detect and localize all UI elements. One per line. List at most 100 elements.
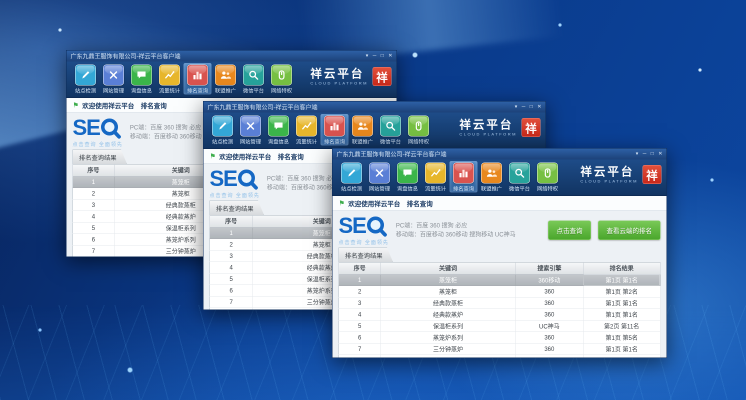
table-row[interactable]: 8 三分钟蒸笼炉 360 第1页 第2名 bbox=[339, 355, 661, 358]
table-row[interactable]: 2 蒸笼柜 360 第1页 第2名 bbox=[339, 286, 661, 298]
cell-keyword: 蒸笼炉系列 bbox=[381, 332, 516, 344]
table-row[interactable]: 4 经典款蒸炉 360 第1页 第1名 bbox=[339, 309, 661, 321]
section-title: 排名查询 bbox=[141, 100, 167, 110]
cell-index: 2 bbox=[73, 188, 114, 200]
brand-subtitle: CLOUD PLATFORM bbox=[580, 179, 638, 184]
cell-result: 第1页 第1名 bbox=[583, 297, 660, 309]
toolbar-item-site-manage[interactable]: 网站管理 bbox=[366, 161, 394, 193]
toolbar-item-traffic[interactable]: 流量统计 bbox=[156, 63, 184, 95]
seo-logo: SE 点击查询 全面领先 bbox=[339, 215, 389, 246]
toolbar-item-inquiry[interactable]: 询盘信息 bbox=[394, 161, 422, 193]
brand-name: 祥云平台 bbox=[580, 166, 638, 178]
maximize-icon[interactable]: □ bbox=[530, 105, 533, 110]
table-row[interactable]: 7 三分钟蒸炉 360 第1页 第1名 bbox=[339, 343, 661, 355]
maximize-icon[interactable]: □ bbox=[651, 152, 654, 157]
toolbar-item-inquiry[interactable]: 询盘信息 bbox=[128, 63, 156, 95]
inquiry-icon bbox=[131, 65, 152, 86]
main-toolbar: 站点检测 网站管理 询盘信息 流量统计 排名查询 联盟推广 bbox=[204, 113, 546, 150]
close-icon[interactable]: ✕ bbox=[537, 105, 541, 110]
cell-result: 第1页 第2名 bbox=[583, 286, 660, 298]
toolbar-item-wechat-platform[interactable]: 微信平台 bbox=[506, 161, 534, 193]
minimize-icon[interactable]: ─ bbox=[643, 152, 647, 157]
promotion-icon bbox=[215, 65, 236, 86]
desktop-background: { "background": { "top_color": "#08235a"… bbox=[0, 0, 746, 400]
seo-header-row: SE 点击查询 全面领先 PC端：百度 360 搜狗 必应 移动端：百度移动 3… bbox=[339, 215, 661, 246]
table-row[interactable]: 1 蒸笼柜 360移动 第1页 第1名 bbox=[339, 274, 661, 286]
toolbar-item-privilege[interactable]: 网络特权 bbox=[268, 63, 296, 95]
tab-ranking-results[interactable]: 排名查询结果 bbox=[73, 150, 128, 165]
toolbar-item-wechat-platform[interactable]: 微信平台 bbox=[240, 63, 268, 95]
toolbar-item-site-check[interactable]: 站点检测 bbox=[338, 161, 366, 193]
tab-ranking-results[interactable]: 排名查询结果 bbox=[339, 248, 394, 263]
seo-logo-text: SE bbox=[73, 117, 123, 141]
toolbar-item-ranking[interactable]: 排名查询 bbox=[321, 114, 349, 146]
toolbar-item-label: 询盘信息 bbox=[265, 138, 293, 146]
toolbar-item-promotion[interactable]: 联盟推广 bbox=[212, 63, 240, 95]
seo-letters: SE bbox=[210, 168, 237, 190]
toolbar-item-label: 联盟推广 bbox=[478, 185, 506, 193]
col-header-keyword: 关键词 bbox=[381, 262, 516, 274]
toolbar-item-site-manage[interactable]: 网站管理 bbox=[100, 63, 128, 95]
cell-engine: 360 bbox=[516, 332, 584, 344]
toolbar-item-traffic[interactable]: 流量统计 bbox=[293, 114, 321, 146]
toolbar-item-ranking[interactable]: 排名查询 bbox=[184, 63, 212, 95]
pc-engines: PC端：百度 360 搜狗 必应 bbox=[396, 221, 516, 230]
brand-text: 祥云平台 CLOUD PLATFORM bbox=[459, 119, 517, 137]
cell-keyword: 蒸笼柜 bbox=[381, 286, 516, 298]
toolbar-item-label: 网站管理 bbox=[237, 138, 265, 146]
window-titlebar[interactable]: 广东九鼎王服饰有限公司-祥云平台客户端 ▾ ─ □ ✕ bbox=[333, 149, 667, 160]
window-titlebar[interactable]: 广东九鼎王服饰有限公司-祥云平台客户端 ▾ ─ □ ✕ bbox=[204, 102, 546, 113]
toolbar-item-site-check[interactable]: 站点检测 bbox=[209, 114, 237, 146]
table-row[interactable]: 3 经典款蒸柜 360 第1页 第1名 bbox=[339, 297, 661, 309]
toolbar-item-site-check[interactable]: 站点检测 bbox=[72, 63, 100, 95]
minimize-icon[interactable]: ─ bbox=[522, 105, 526, 110]
minimize-icon[interactable]: ─ bbox=[373, 54, 377, 59]
toolbar-item-site-manage[interactable]: 网站管理 bbox=[237, 114, 265, 146]
cloud-rank-button[interactable]: 查看云端的排名 bbox=[598, 220, 661, 240]
skin-menu-icon[interactable]: ▾ bbox=[366, 54, 369, 59]
toolbar-item-privilege[interactable]: 网络特权 bbox=[405, 114, 433, 146]
brand-name: 祥云平台 bbox=[459, 119, 517, 131]
close-icon[interactable]: ✕ bbox=[388, 54, 392, 59]
flag-icon: ⚑ bbox=[339, 200, 345, 207]
toolbar-item-label: 网站管理 bbox=[366, 185, 394, 193]
main-toolbar: 站点检测 网站管理 询盘信息 流量统计 排名查询 联盟推广 bbox=[67, 62, 397, 99]
toolbar-item-label: 流量统计 bbox=[293, 138, 321, 146]
table-body: 1 蒸笼柜 360移动 第1页 第1名 2 蒸笼柜 360 第1页 第2名 3 … bbox=[339, 274, 661, 357]
toolbar-item-wechat-platform[interactable]: 微信平台 bbox=[377, 114, 405, 146]
flag-icon: ⚑ bbox=[210, 153, 216, 160]
toolbar-items: 站点检测 网站管理 询盘信息 流量统计 排名查询 联盟推广 bbox=[72, 63, 296, 95]
skin-menu-icon[interactable]: ▾ bbox=[636, 152, 639, 157]
cell-index: 6 bbox=[339, 332, 381, 344]
wechat-platform-icon bbox=[380, 116, 401, 137]
maximize-icon[interactable]: □ bbox=[381, 54, 384, 59]
cell-index: 5 bbox=[210, 273, 253, 285]
toolbar-item-promotion[interactable]: 联盟推广 bbox=[349, 114, 377, 146]
seo-logo-text: SE bbox=[339, 215, 389, 239]
toolbar-item-traffic[interactable]: 流量统计 bbox=[422, 161, 450, 193]
close-icon[interactable]: ✕ bbox=[658, 152, 662, 157]
inquiry-icon bbox=[397, 163, 418, 184]
query-button[interactable]: 点击查询 bbox=[548, 220, 591, 240]
col-header-index: 序号 bbox=[339, 262, 381, 274]
cell-index: 2 bbox=[210, 239, 253, 251]
toolbar-item-ranking[interactable]: 排名查询 bbox=[450, 161, 478, 193]
seo-slogan: 点击查询 全面领先 bbox=[73, 140, 123, 148]
site-manage-icon bbox=[369, 163, 390, 184]
table-row[interactable]: 5 保温柜系列 UC神马 第2页 第11名 bbox=[339, 320, 661, 332]
window-titlebar[interactable]: 广东九鼎王服饰有限公司-祥云平台客户端 ▾ ─ □ ✕ bbox=[67, 51, 397, 62]
toolbar-item-promotion[interactable]: 联盟推广 bbox=[478, 161, 506, 193]
toolbar-items: 站点检测 网站管理 询盘信息 流量统计 排名查询 联盟推广 bbox=[209, 114, 433, 146]
magnifier-icon bbox=[99, 117, 122, 141]
table-row[interactable]: 6 蒸笼炉系列 360 第1页 第5名 bbox=[339, 332, 661, 344]
skin-menu-icon[interactable]: ▾ bbox=[515, 105, 518, 110]
site-manage-icon bbox=[240, 116, 261, 137]
toolbar-item-label: 网络特权 bbox=[534, 185, 562, 193]
traffic-stats-icon bbox=[296, 116, 317, 137]
toolbar-item-inquiry[interactable]: 询盘信息 bbox=[265, 114, 293, 146]
cell-result: 第1页 第1名 bbox=[583, 309, 660, 321]
toolbar-item-privilege[interactable]: 网络特权 bbox=[534, 161, 562, 193]
cell-index: 3 bbox=[339, 297, 381, 309]
cell-engine: 360 bbox=[516, 343, 584, 355]
tab-ranking-results[interactable]: 排名查询结果 bbox=[210, 201, 265, 216]
